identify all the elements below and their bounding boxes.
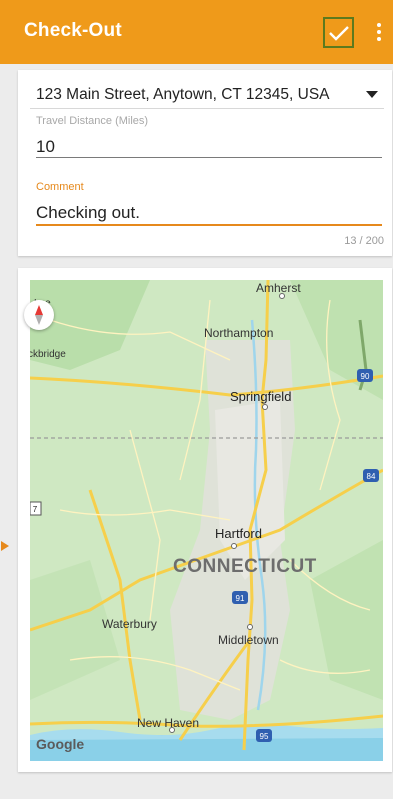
compass-icon[interactable]: [24, 300, 54, 330]
more-vert-icon[interactable]: [372, 20, 386, 44]
comment-field[interactable]: Checking out.: [36, 203, 140, 223]
comment-char-counter: 13 / 200: [344, 235, 384, 247]
confirm-button[interactable]: [323, 17, 354, 48]
comment-underline: [36, 224, 382, 226]
map-canvas: 90 84 91 95 7 Amherst Northampton Spring…: [30, 280, 383, 761]
place-hartford: Hartford: [215, 526, 262, 541]
compass-needle: [35, 305, 43, 325]
place-waterbury: Waterbury: [102, 617, 157, 631]
map-view[interactable]: 90 84 91 95 7 Amherst Northampton Spring…: [30, 280, 383, 761]
travel-distance-label: Travel Distance (Miles): [36, 115, 149, 127]
route-91-label: 91: [236, 594, 245, 603]
place-stockbridge: ckbridge: [30, 349, 66, 360]
check-icon: [328, 25, 349, 41]
place-new-haven: New Haven: [137, 716, 199, 730]
address-dropdown[interactable]: 123 Main Street, Anytown, CT 12345, USA: [30, 80, 384, 109]
route-90-label: 90: [361, 372, 370, 381]
place-middletown: Middletown: [218, 633, 279, 647]
page-title: Check-Out: [24, 20, 122, 41]
place-northampton: Northampton: [204, 326, 273, 340]
route-84-label: 84: [367, 472, 376, 481]
dropdown-arrow-icon: [366, 91, 378, 98]
travel-distance-field[interactable]: 10: [36, 137, 55, 157]
google-logo: Google: [36, 736, 84, 752]
state-label: CONNECTICUT: [173, 556, 317, 577]
side-expand-arrow-icon[interactable]: [1, 541, 9, 551]
place-springfield: Springfield: [230, 389, 291, 404]
address-value: 123 Main Street, Anytown, CT 12345, USA: [36, 86, 330, 103]
place-amherst: Amherst: [256, 281, 301, 295]
app-bar: Check-Out: [0, 0, 393, 64]
route-95-label: 95: [260, 732, 269, 741]
route-7-label: 7: [33, 505, 38, 514]
checkout-form-card: 123 Main Street, Anytown, CT 12345, USA …: [18, 70, 392, 256]
map-card: 90 84 91 95 7 Amherst Northampton Spring…: [18, 268, 392, 772]
comment-label: Comment: [36, 181, 84, 193]
travel-distance-underline: [36, 157, 382, 158]
